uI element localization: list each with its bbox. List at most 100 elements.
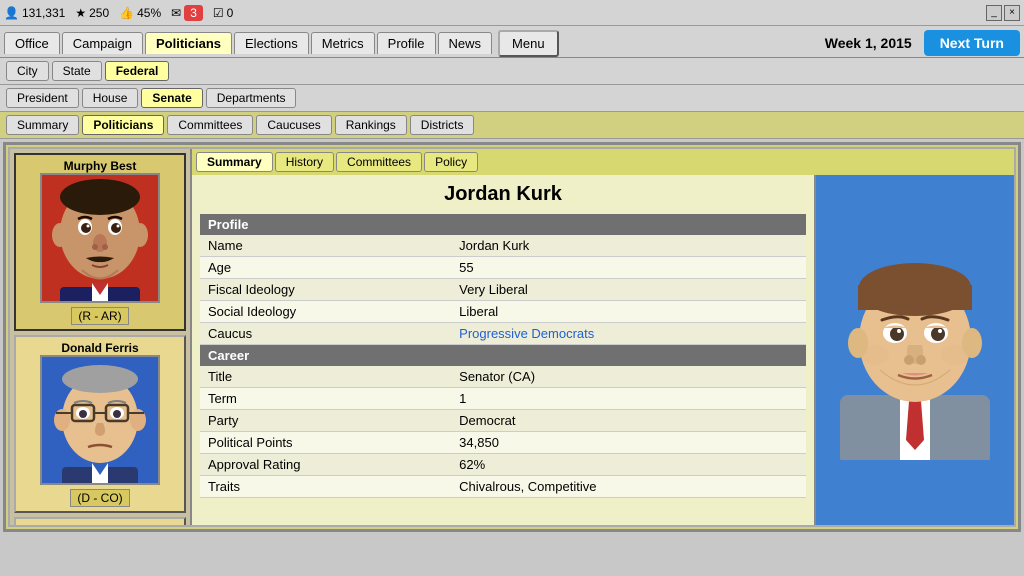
menu-button[interactable]: Menu — [498, 30, 559, 57]
tab-politicians[interactable]: Politicians — [145, 32, 232, 54]
politician-list: Murphy Best — [10, 149, 192, 525]
mail-count: 3 — [184, 5, 203, 21]
tab-news[interactable]: News — [438, 32, 493, 54]
profile-header: Profile — [200, 214, 806, 235]
week-display: Week 1, 2015 — [825, 35, 912, 51]
politician-name-doris: Doris Gilliam — [20, 523, 180, 525]
tab-elections[interactable]: Elections — [234, 32, 309, 54]
donald-face-svg — [42, 357, 158, 483]
fiscal-row: Fiscal Ideology Very Liberal — [200, 279, 806, 301]
detail-tab-history[interactable]: History — [275, 152, 334, 172]
tab-caucuses[interactable]: Caucuses — [256, 115, 331, 135]
points-label: Political Points — [200, 432, 451, 454]
caucus-row: Caucus Progressive Democrats — [200, 323, 806, 345]
detail-tab-policy[interactable]: Policy — [424, 152, 478, 172]
approval-stat: 👍 45% — [119, 6, 161, 20]
check-count: 0 — [227, 6, 234, 20]
age-label: Age — [200, 257, 451, 279]
politician-card-donald[interactable]: Donald Ferris — [14, 335, 186, 513]
politician-face-donald — [40, 355, 160, 485]
detail-tab-summary[interactable]: Summary — [196, 152, 273, 172]
tab-summary[interactable]: Summary — [6, 115, 79, 135]
info-table: Profile Name Jordan Kurk Age 55 Fiscal I… — [200, 214, 806, 498]
caucus-link[interactable]: Progressive Democrats — [459, 326, 594, 341]
tab-office[interactable]: Office — [4, 32, 60, 54]
points-row: Political Points 34,850 — [200, 432, 806, 454]
tab-politicians[interactable]: Politicians — [82, 115, 164, 135]
social-value: Liberal — [451, 301, 806, 323]
tab-state[interactable]: State — [52, 61, 102, 81]
term-label: Term — [200, 388, 451, 410]
stars-stat: ★ 250 — [75, 6, 109, 20]
tab-districts[interactable]: Districts — [410, 115, 475, 135]
mail-icon: ✉ — [171, 6, 181, 20]
points-value: 34,850 — [451, 432, 806, 454]
tab-house[interactable]: House — [82, 88, 139, 108]
minimize-button[interactable]: _ — [986, 5, 1002, 21]
approval-value: 45% — [137, 6, 161, 20]
tab-city[interactable]: City — [6, 61, 49, 81]
title-label: Title — [200, 366, 451, 388]
traits-row: Traits Chivalrous, Competitive — [200, 476, 806, 498]
tab-president[interactable]: President — [6, 88, 79, 108]
name-value: Jordan Kurk — [451, 235, 806, 257]
politician-name-murphy: Murphy Best — [20, 159, 180, 173]
age-row: Age 55 — [200, 257, 806, 279]
term-value: 1 — [451, 388, 806, 410]
close-button[interactable]: × — [1004, 5, 1020, 21]
murphy-face-svg — [42, 175, 158, 301]
tab-rankings[interactable]: Rankings — [335, 115, 407, 135]
caucus-value[interactable]: Progressive Democrats — [451, 323, 806, 345]
politician-name-donald: Donald Ferris — [20, 341, 180, 355]
politician-card-doris[interactable]: Doris Gilliam — [14, 517, 186, 525]
party-row: Party Democrat — [200, 410, 806, 432]
term-row: Term 1 — [200, 388, 806, 410]
sub-nav-level2: President House Senate Departments — [0, 85, 1024, 112]
check-icon: ☑ — [213, 6, 224, 20]
age-value: 55 — [451, 257, 806, 279]
approval-label: Approval Rating — [200, 454, 451, 476]
thumbs-icon: 👍 — [119, 6, 134, 20]
population-value: 131,331 — [22, 6, 65, 20]
sub-nav-level1: City State Federal — [0, 58, 1024, 85]
detail-info: Jordan Kurk Profile Name Jordan Kurk Age… — [192, 175, 814, 525]
sub-nav-level3: Summary Politicians Committees Caucuses … — [0, 112, 1024, 139]
portrait-svg — [820, 240, 1010, 460]
name-row: Name Jordan Kurk — [200, 235, 806, 257]
traits-label: Traits — [200, 476, 451, 498]
politician-card-murphy[interactable]: Murphy Best — [14, 153, 186, 331]
fiscal-value: Very Liberal — [451, 279, 806, 301]
social-label: Social Ideology — [200, 301, 451, 323]
approval-row: Approval Rating 62% — [200, 454, 806, 476]
detail-panel: Summary History Committees Policy Jordan… — [192, 149, 1014, 525]
tab-metrics[interactable]: Metrics — [311, 32, 375, 54]
tab-federal[interactable]: Federal — [105, 61, 170, 81]
party-label: Party — [200, 410, 451, 432]
population-stat: 👤 131,331 — [4, 6, 65, 20]
star-icon: ★ — [75, 6, 86, 20]
tab-profile[interactable]: Profile — [377, 32, 436, 54]
title-row: Title Senator (CA) — [200, 366, 806, 388]
stars-value: 250 — [89, 6, 109, 20]
next-turn-button[interactable]: Next Turn — [924, 30, 1020, 56]
politician-face-murphy — [40, 173, 160, 303]
tab-committees[interactable]: Committees — [167, 115, 253, 135]
tab-senate[interactable]: Senate — [141, 88, 202, 108]
tab-departments[interactable]: Departments — [206, 88, 297, 108]
caucus-label: Caucus — [200, 323, 451, 345]
mail-stat: ✉ 3 — [171, 5, 203, 21]
party-value: Democrat — [451, 410, 806, 432]
tab-campaign[interactable]: Campaign — [62, 32, 143, 54]
career-header: Career — [200, 345, 806, 367]
detail-tab-bar: Summary History Committees Policy — [192, 149, 1014, 175]
politician-portrait — [814, 175, 1014, 525]
person-icon: 👤 — [4, 6, 19, 20]
window-controls: _ × — [986, 5, 1020, 21]
politician-party-donald: (D - CO) — [70, 489, 129, 507]
name-label: Name — [200, 235, 451, 257]
traits-value: Chivalrous, Competitive — [451, 476, 806, 498]
social-row: Social Ideology Liberal — [200, 301, 806, 323]
detail-tab-committees[interactable]: Committees — [336, 152, 422, 172]
top-bar: 👤 131,331 ★ 250 👍 45% ✉ 3 ☑ 0 _ × — [0, 0, 1024, 26]
check-stat: ☑ 0 — [213, 6, 233, 20]
